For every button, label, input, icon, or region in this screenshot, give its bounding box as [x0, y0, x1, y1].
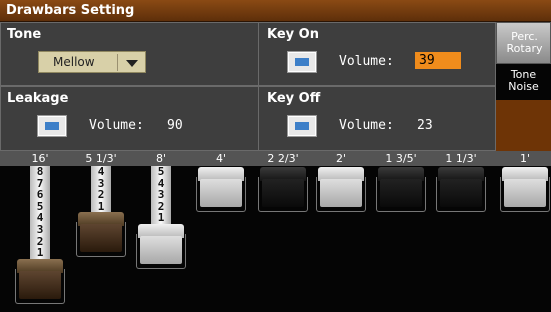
drawbar-footage-label: 1': [519, 152, 531, 165]
key-on-label: Key On: [267, 27, 319, 42]
drawbar-footage-label: 5 1/3': [85, 152, 117, 165]
drawbar-level-number: 8: [36, 165, 44, 178]
drawbar-shaft: 4321: [91, 165, 111, 215]
leakage-checkbox[interactable]: [37, 115, 67, 137]
leakage-volume-value[interactable]: 90: [167, 118, 183, 133]
key-off-panel: Key Off Volume: 23: [258, 86, 496, 151]
drawbar-knob[interactable]: [316, 167, 366, 212]
key-on-volume-label: Volume:: [339, 54, 394, 69]
drawbar-knob[interactable]: [376, 167, 426, 212]
key-on-panel: Key On Volume: 39: [258, 22, 496, 86]
drawbar-footage-label: 8': [155, 152, 167, 165]
drawbar-footage-label: 1 3/5': [385, 152, 417, 165]
drawbars-area: 87654321 4321 54321: [0, 166, 551, 312]
drawbar-level-number: 1: [97, 199, 105, 213]
key-on-checkbox[interactable]: [287, 51, 317, 73]
drawbar-level-number: 4: [97, 165, 105, 178]
page-title: Drawbars Setting: [6, 3, 135, 18]
tone-label: Tone: [7, 27, 42, 42]
drawbar-knob[interactable]: [15, 258, 65, 304]
drawbar-level-number: 5: [157, 165, 165, 178]
drawbar-footage-label: 2 2/3': [267, 152, 299, 165]
drawbar-footage-header: 16' 5 1/3' 8' 4' 2 2/3' 2' 1 3/5' 1 1/3' 1': [0, 151, 551, 166]
key-off-volume-value[interactable]: 23: [417, 118, 433, 133]
tab-tone-noise[interactable]: Tone Noise: [496, 64, 551, 100]
drawbar-footage-label: 16': [31, 152, 49, 165]
key-off-checkbox[interactable]: [287, 115, 317, 137]
drawbar-footage-label: 1 1/3': [445, 152, 477, 165]
drawbar-footage-label: 4': [215, 152, 227, 165]
drawbar-level-number: 3: [36, 222, 44, 236]
drawbar-footage-label: 2': [335, 152, 347, 165]
drawbar-knob[interactable]: [196, 167, 246, 212]
drawbar-shaft: 87654321: [30, 166, 50, 261]
key-on-volume-field[interactable]: 39: [415, 52, 461, 69]
drawbar-knob[interactable]: [76, 212, 126, 258]
drawbar-level-number: 1: [157, 211, 165, 225]
tone-select[interactable]: Mellow: [38, 51, 146, 73]
tab-content-area: [496, 100, 551, 151]
leakage-label: Leakage: [7, 91, 69, 106]
drawbar-knob[interactable]: [258, 167, 308, 212]
drawbar-knob[interactable]: [436, 167, 486, 212]
key-off-label: Key Off: [267, 91, 321, 106]
tab-perc-rotary-label: Perc. Rotary: [506, 30, 543, 55]
tone-select-value: Mellow: [53, 55, 95, 69]
tab-tone-noise-label: Tone Noise: [508, 68, 539, 93]
chevron-down-icon[interactable]: [126, 60, 138, 67]
drawbar-knob[interactable]: [500, 167, 550, 212]
leakage-volume-label: Volume:: [89, 118, 144, 133]
drawbar-shaft: 54321: [151, 166, 171, 226]
drawbar-knob[interactable]: [136, 224, 186, 269]
title-bar: Drawbars Setting: [0, 0, 551, 22]
leakage-panel: Leakage Volume: 90: [0, 86, 259, 151]
key-off-volume-label: Volume:: [339, 118, 394, 133]
tone-panel: Tone Mellow: [0, 22, 259, 86]
drawbar-level-number: 1: [36, 246, 44, 260]
tab-perc-rotary[interactable]: Perc. Rotary: [496, 22, 551, 64]
